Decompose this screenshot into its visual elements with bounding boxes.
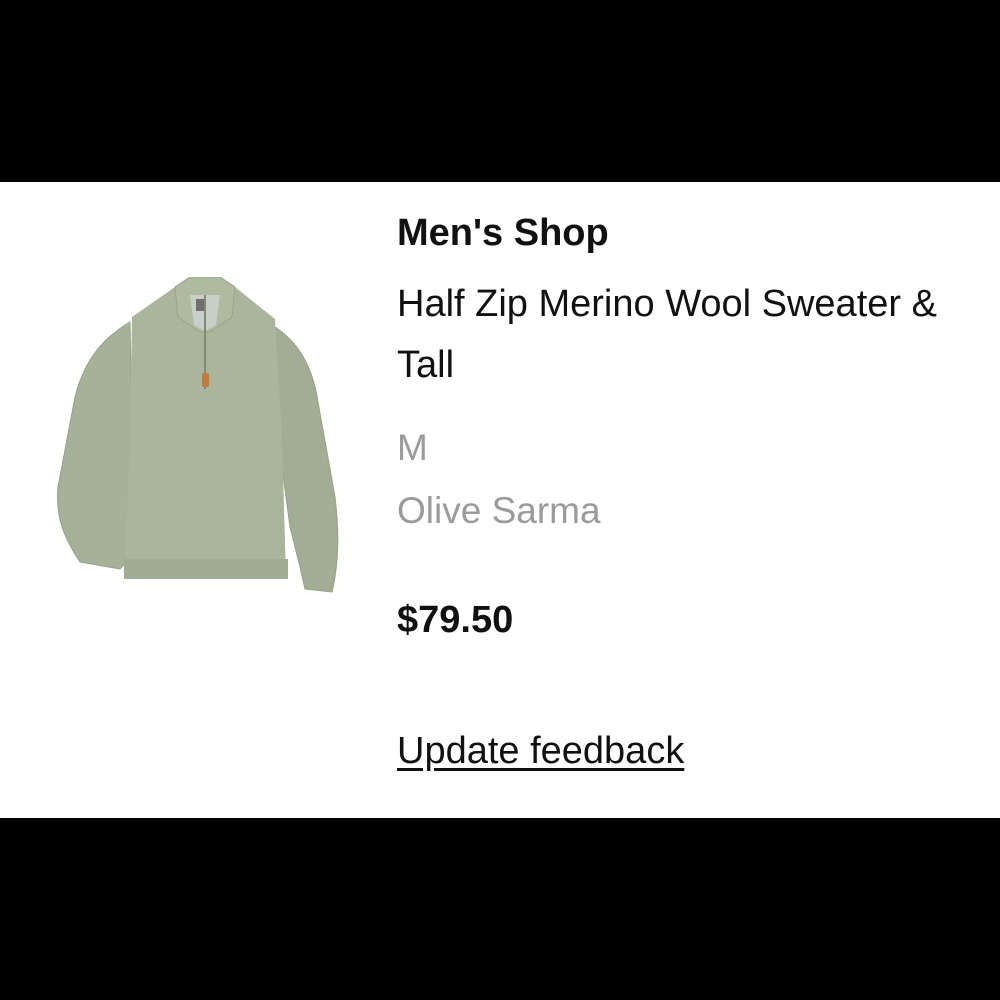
update-feedback-link[interactable]: Update feedback (397, 730, 684, 773)
product-title: Half Zip Merino Wool Sweater & Tall (397, 283, 937, 386)
letterbox-top (0, 0, 1000, 182)
brand-name: Men's Shop (397, 212, 609, 254)
product-color: Olive Sarma (397, 490, 601, 531)
letterbox-bottom (0, 818, 1000, 1000)
product-price: $79.50 (397, 599, 514, 641)
sweater-icon (50, 276, 350, 597)
product-card: Men's Shop Half Zip Merino Wool Sweater … (0, 182, 1000, 818)
product-size: M (397, 427, 428, 468)
